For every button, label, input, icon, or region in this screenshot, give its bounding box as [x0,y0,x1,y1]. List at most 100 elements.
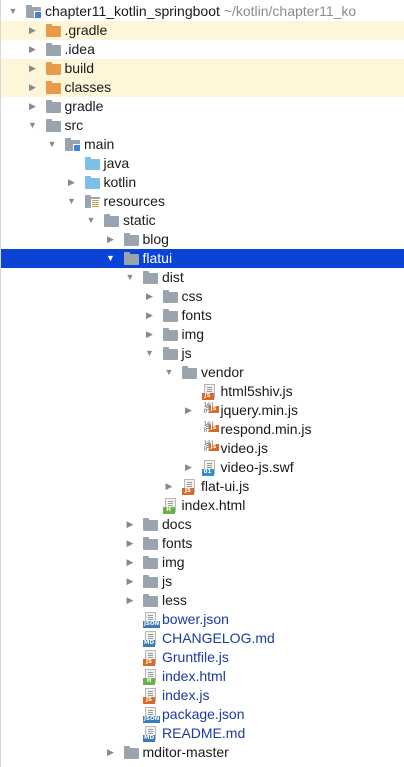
tree-item-gradle[interactable]: ▶ .gradle [1,21,404,40]
expand-arrow-icon[interactable]: ▼ [46,138,58,150]
tree-item-index-js[interactable]: JS index.js [1,686,404,705]
tree-item-label: gradle [64,98,104,114]
collapse-arrow-icon[interactable]: ▶ [124,594,136,606]
collapse-arrow-icon[interactable]: ▶ [105,233,117,245]
tree-item-fonts[interactable]: ▶ fonts [1,306,404,325]
tree-item-label: blog [142,231,169,247]
folder-icon [123,251,140,266]
tree-item-bower-json[interactable]: JSON bower.json [1,610,404,629]
tree-item-kotlin[interactable]: ▶ kotlin [1,173,404,192]
json-file-icon: JSON [143,612,161,628]
tree-item-fonts[interactable]: ▶ fonts [1,534,404,553]
folder-icon [162,346,179,361]
expand-arrow-icon[interactable]: ▼ [144,347,156,359]
collapse-arrow-icon[interactable]: ▶ [27,24,39,36]
expand-arrow-icon[interactable]: ▼ [66,195,78,207]
tree-item-label: mditor-master [142,744,229,760]
tree-item-idea[interactable]: ▶ .idea [1,40,404,59]
tree-item-vendor[interactable]: ▼ vendor [1,363,404,382]
tree-item-label: index.js [162,687,210,703]
tree-item-label: video.js [220,440,268,456]
js-file-icon: 101 010JS [202,441,219,456]
tree-item-mditor-master[interactable]: ▶ mditor-master [1,743,404,762]
collapse-arrow-icon[interactable]: ▶ [124,575,136,587]
collapse-arrow-icon[interactable]: ▶ [27,100,39,112]
tree-item-label: img [181,326,205,342]
expand-arrow-icon[interactable]: ▼ [85,214,97,226]
expand-arrow-icon[interactable]: ▼ [27,119,39,131]
tree-item-flat-ui-js[interactable]: ▶ JS flat-ui.js [1,477,404,496]
tree-item-less[interactable]: ▶ less [1,591,404,610]
tree-item-label: js [181,345,192,361]
collapse-arrow-icon[interactable]: ▶ [27,62,39,74]
tree-item-src[interactable]: ▼ src [1,116,404,135]
collapse-arrow-icon[interactable]: ▶ [124,556,136,568]
tree-item-html5shiv-js[interactable]: JS html5shiv.js [1,382,404,401]
tree-item-classes[interactable]: ▶ classes [1,78,404,97]
collapse-arrow-icon[interactable]: ▶ [66,176,78,188]
collapse-arrow-icon[interactable]: ▶ [183,404,195,416]
tree-item-gradle[interactable]: ▶ gradle [1,97,404,116]
json-file-icon: JSON [143,707,161,723]
tree-item-build[interactable]: ▶ build [1,59,404,78]
tree-item-static[interactable]: ▼ static [1,211,404,230]
tree-item-label: package.json [162,706,245,722]
expand-arrow-icon[interactable]: ▼ [7,5,19,17]
collapse-arrow-icon[interactable]: ▶ [163,480,175,492]
tree-item-changelog-md[interactable]: MD CHANGELOG.md [1,629,404,648]
tree-item-index-html[interactable]: Hindex.html [1,496,404,515]
tree-item-img[interactable]: ▶ img [1,553,404,572]
collapse-arrow-icon[interactable]: ▶ [124,518,136,530]
folder-icon [45,42,62,57]
project-tree[interactable]: ▼ chapter11_kotlin_springboot ~/kotlin/ch… [0,0,404,767]
tree-item-js[interactable]: ▶ js [1,572,404,591]
tree-item-label: fonts [181,307,212,323]
tree-item-blog[interactable]: ▶ blog [1,230,404,249]
tree-item-resources[interactable]: ▼ resources [1,192,404,211]
tree-item-index-html[interactable]: Hindex.html [1,667,404,686]
tree-item-main[interactable]: ▼ main [1,135,404,154]
collapse-arrow-icon[interactable]: ▶ [144,290,156,302]
collapse-arrow-icon[interactable]: ▶ [144,309,156,321]
collapse-arrow-icon[interactable]: ▶ [144,328,156,340]
folder-icon [84,175,101,190]
tree-item-dist[interactable]: ▼ dist [1,268,404,287]
tree-item-label: kotlin [103,174,137,190]
folder-icon [45,118,62,133]
collapse-arrow-icon[interactable]: ▶ [124,537,136,549]
tree-item-java[interactable]: java [1,154,404,173]
folder-icon [162,327,179,342]
expand-arrow-icon[interactable]: ▼ [105,252,117,264]
tree-item-label: build [64,60,95,76]
collapse-arrow-icon[interactable]: ▶ [27,43,39,55]
tree-item-readme-md[interactable]: MD README.md [1,724,404,743]
tree-item-css[interactable]: ▶ css [1,287,404,306]
expand-arrow-icon[interactable]: ▼ [163,366,175,378]
tree-item-chapter11-kotlin-springboot[interactable]: ▼ chapter11_kotlin_springboot ~/kotlin/ch… [1,2,404,21]
tree-item-img[interactable]: ▶ img [1,325,404,344]
project-path-hint: ~/kotlin/chapter11_ko [223,3,357,19]
tree-item-label: classes [64,79,112,95]
tree-item-video-js-swf[interactable]: ▶ 01 video-js.swf [1,458,404,477]
js-file-icon: JS [143,688,159,704]
tree-item-label: resources [103,193,165,209]
tree-item-label: video-js.swf [220,459,294,475]
tree-item-flatui[interactable]: ▼ flatui [1,249,404,268]
collapse-arrow-icon[interactable]: ▶ [183,461,195,473]
tree-item-label: html5shiv.js [220,383,293,399]
tree-item-jquery-min-js[interactable]: ▶ 101 010JSjquery.min.js [1,401,404,420]
expand-arrow-icon[interactable]: ▼ [124,271,136,283]
tree-item-package-json[interactable]: JSON package.json [1,705,404,724]
tree-item-docs[interactable]: ▶ docs [1,515,404,534]
tree-item-respond-min-js[interactable]: 101 010JSrespond.min.js [1,420,404,439]
tree-item-js[interactable]: ▼ js [1,344,404,363]
folder-icon [45,99,62,114]
collapse-arrow-icon[interactable]: ▶ [105,746,117,758]
js-file-icon: JS [201,384,218,400]
folder-icon [123,232,140,247]
tree-item-video-js[interactable]: 101 010JSvideo.js [1,439,404,458]
collapse-arrow-icon[interactable]: ▶ [27,81,39,93]
tree-item-gruntfile-js[interactable]: JS Gruntfile.js [1,648,404,667]
folder-icon [45,61,62,76]
folder-icon [84,156,101,171]
